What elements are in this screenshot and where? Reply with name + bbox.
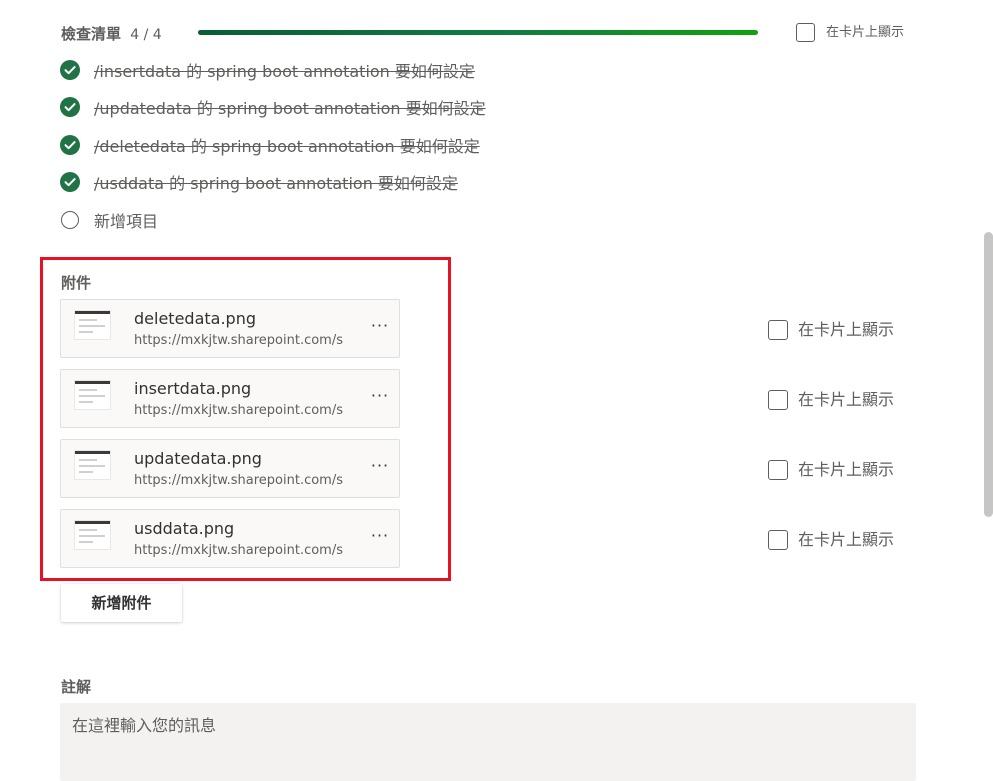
checklist-item[interactable]: /insertdata 的 spring boot annotation 要如何… xyxy=(60,58,475,82)
checklist-title-text: 檢查清單 xyxy=(61,25,122,43)
add-checklist-item[interactable]: 新增項目 xyxy=(60,208,158,232)
attachment-show-on-card[interactable]: 在卡片上顯示 xyxy=(768,460,894,480)
checklist-item-text[interactable]: /deletedata 的 spring boot annotation 要如何… xyxy=(94,133,480,157)
attachment-show-on-card-checkbox[interactable] xyxy=(768,460,788,480)
attachment-show-on-card-label: 在卡片上顯示 xyxy=(798,530,895,549)
attachment-show-on-card[interactable]: 在卡片上顯示 xyxy=(768,530,894,550)
checklist-item-text[interactable]: /updatedata 的 spring boot annotation 要如何… xyxy=(94,95,486,119)
attachment-show-on-card-label: 在卡片上顯示 xyxy=(798,390,895,409)
checklist-progress-bar xyxy=(198,30,758,35)
scrollbar-thumb[interactable] xyxy=(984,232,993,517)
checklist-show-on-card-checkbox[interactable] xyxy=(796,23,815,42)
add-checklist-item-input[interactable]: 新增項目 xyxy=(94,208,158,232)
empty-circle-icon xyxy=(61,211,79,229)
checklist-count: 4 / 4 xyxy=(130,27,162,43)
checklist-item[interactable]: /deletedata 的 spring boot annotation 要如何… xyxy=(60,133,480,157)
checklist-show-on-card-label: 在卡片上顯示 xyxy=(826,24,905,40)
attachment-show-on-card-label: 在卡片上顯示 xyxy=(798,460,895,479)
checklist-title: 檢查清單 4 / 4 xyxy=(61,24,162,45)
attachment-show-on-card[interactable]: 在卡片上顯示 xyxy=(768,320,894,340)
checklist-item[interactable]: /updatedata 的 spring boot annotation 要如何… xyxy=(60,95,486,119)
checklist-item-text[interactable]: /usddata 的 spring boot annotation 要如何設定 xyxy=(94,170,458,194)
attachments-highlight-box xyxy=(40,257,451,581)
attachment-show-on-card-checkbox[interactable] xyxy=(768,390,788,410)
attachment-show-on-card[interactable]: 在卡片上顯示 xyxy=(768,390,894,410)
attachment-show-on-card-checkbox[interactable] xyxy=(768,320,788,340)
checklist-item[interactable]: /usddata 的 spring boot annotation 要如何設定 xyxy=(60,170,458,194)
attachment-show-on-card-label: 在卡片上顯示 xyxy=(798,320,895,339)
checkmark-circle-icon[interactable] xyxy=(60,135,80,155)
checklist-progress-fill xyxy=(198,30,758,35)
checkmark-circle-icon[interactable] xyxy=(60,60,80,80)
comment-placeholder: 在這裡輸入您的訊息 xyxy=(72,716,217,735)
comments-title: 註解 xyxy=(61,678,92,696)
checklist-item-text[interactable]: /insertdata 的 spring boot annotation 要如何… xyxy=(94,58,475,82)
checklist-show-on-card[interactable]: 在卡片上顯示 xyxy=(796,23,904,42)
checkmark-circle-icon[interactable] xyxy=(60,172,80,192)
add-attachment-button[interactable]: 新增附件 xyxy=(61,584,182,622)
checkmark-circle-icon[interactable] xyxy=(60,97,80,117)
attachment-show-on-card-checkbox[interactable] xyxy=(768,530,788,550)
